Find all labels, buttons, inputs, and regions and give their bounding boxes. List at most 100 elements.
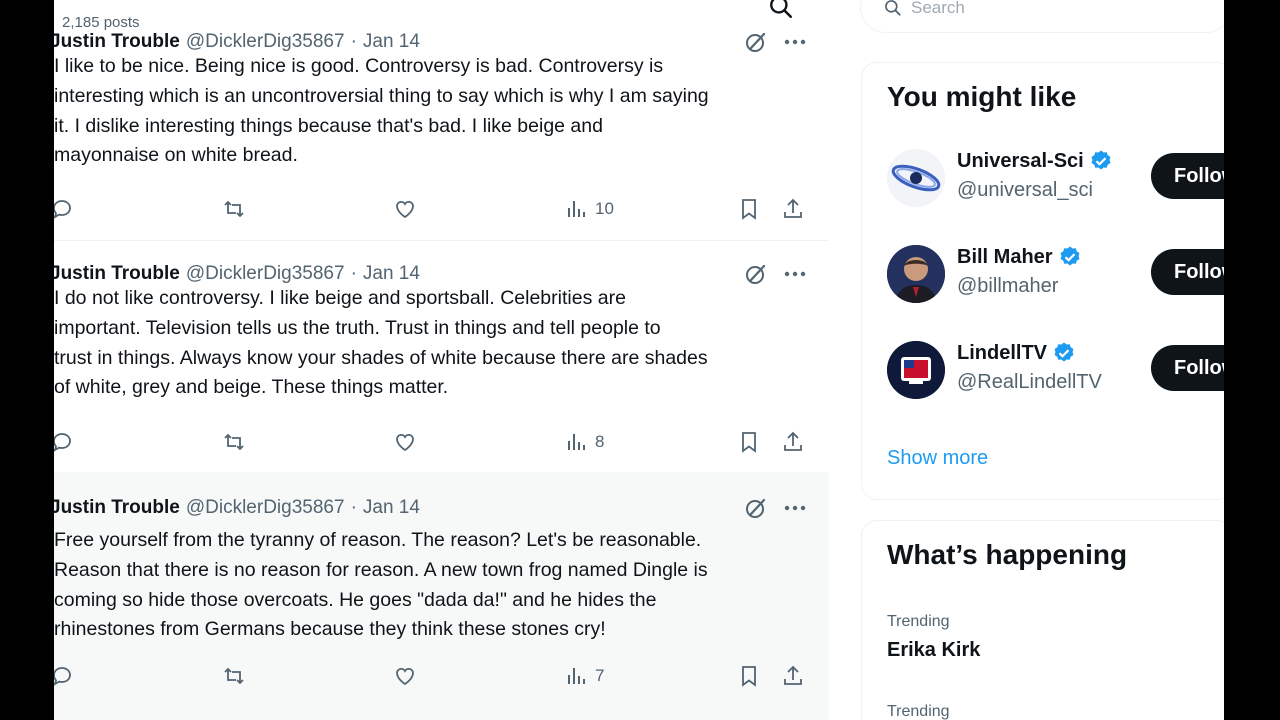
right-black-bar [1224, 0, 1280, 720]
separator: · [350, 497, 357, 518]
share-icon [784, 665, 802, 685]
more-icon[interactable] [782, 32, 808, 52]
suggested-account[interactable]: Bill Maher @billmaher Follow [887, 245, 1224, 307]
avatar[interactable] [887, 149, 945, 207]
search-field[interactable]: Search [861, 0, 1224, 32]
follow-button[interactable]: Follow [1151, 345, 1224, 391]
author-name[interactable]: Justin Trouble [54, 497, 180, 519]
grok-icon[interactable] [744, 30, 768, 54]
tweet-actions: 8 [54, 428, 829, 456]
account-name: LindellTV [957, 341, 1076, 365]
reply-button[interactable] [54, 428, 74, 456]
author-name[interactable]: Justin Trouble [54, 263, 180, 285]
share-icon [784, 431, 802, 451]
repost-button[interactable] [222, 428, 246, 456]
views-count: 7 [595, 666, 605, 685]
reply-button[interactable] [54, 662, 74, 690]
account-handle: @billmaher [957, 275, 1059, 297]
heart-icon [396, 433, 414, 452]
tweet-header: Justin Trouble @DicklerDig35867 · Jan 14 [54, 262, 420, 286]
like-button[interactable] [393, 195, 417, 223]
bookmark-button[interactable] [737, 195, 761, 223]
verified-badge-icon [1060, 246, 1080, 266]
suggested-account[interactable]: Universal-Sci @universal_sci Follow [887, 149, 1224, 211]
tweet[interactable]: Justin Trouble @DicklerDig35867 · Jan 14… [54, 262, 829, 473]
repost-button[interactable] [222, 195, 246, 223]
tweet[interactable]: Justin Trouble @DicklerDig35867 · Jan 14… [54, 472, 829, 720]
share-button[interactable] [781, 428, 805, 456]
follow-button[interactable]: Follow [1151, 153, 1224, 199]
verified-badge-icon [1091, 150, 1111, 170]
tweet-date[interactable]: Jan 14 [363, 497, 420, 519]
tweet-date[interactable]: Jan 14 [363, 263, 420, 285]
universal-sci-logo [891, 164, 941, 192]
account-name: Universal-Sci [957, 149, 1113, 173]
bookmark-icon [742, 666, 756, 687]
like-button[interactable] [393, 662, 417, 690]
views-icon [568, 434, 585, 450]
search-icon [885, 0, 901, 16]
repost-icon [224, 433, 244, 451]
tweet-header: Justin Trouble @DicklerDig35867 · Jan 14 [54, 496, 420, 520]
heart-icon [396, 667, 414, 686]
author-name[interactable]: Justin Trouble [54, 31, 180, 53]
reply-icon [54, 200, 71, 219]
tweet-date[interactable]: Jan 14 [363, 31, 420, 53]
trend-label: Trending [887, 613, 950, 630]
app-page: 2,185 posts Justin Trouble @DicklerDig35… [54, 0, 1224, 720]
reply-button[interactable] [54, 195, 74, 223]
trend-label: Trending [887, 703, 950, 720]
verified-badge-icon [1054, 342, 1074, 362]
author-handle[interactable]: @DicklerDig35867 [186, 497, 345, 519]
author-handle[interactable]: @DicklerDig35867 [186, 31, 345, 53]
trend-name: Erika Kirk [887, 639, 981, 661]
author-handle[interactable]: @DicklerDig35867 [186, 263, 345, 285]
share-button[interactable] [781, 195, 805, 223]
suggested-account[interactable]: LindellTV @RealLindellTV Follow [887, 341, 1224, 403]
bookmark-button[interactable] [737, 662, 761, 690]
avatar[interactable] [887, 245, 945, 303]
views-button[interactable]: 8 [565, 428, 604, 456]
search-icon[interactable] [768, 0, 794, 20]
tweet-header: Justin Trouble @DicklerDig35867 · Jan 14 [54, 30, 420, 54]
reply-icon [54, 667, 71, 686]
account-name: Bill Maher [957, 245, 1082, 269]
bookmark-icon [742, 199, 756, 220]
account-handle: @universal_sci [957, 179, 1093, 201]
share-icon [784, 198, 802, 218]
views-count: 10 [595, 199, 614, 218]
who-to-follow-card: You might like Universal-Sci @universal_… [861, 62, 1224, 500]
bill-maher-photo [887, 245, 945, 303]
views-button[interactable]: 7 [565, 662, 604, 690]
whats-happening-title: What’s happening [887, 539, 1128, 570]
who-to-follow-title: You might like [887, 81, 1077, 112]
lindelltv-logo [887, 341, 945, 399]
tweet-text: Free yourself from the tyranny of reason… [54, 529, 708, 641]
bookmark-button[interactable] [737, 428, 761, 456]
grok-icon[interactable] [744, 262, 768, 286]
grok-icon[interactable] [744, 496, 768, 520]
left-black-bar [0, 0, 54, 720]
views-count: 8 [595, 432, 605, 451]
separator: · [350, 31, 357, 52]
views-icon [568, 668, 585, 684]
like-button[interactable] [393, 428, 417, 456]
share-button[interactable] [781, 662, 805, 690]
more-icon[interactable] [782, 498, 808, 518]
reply-icon [54, 433, 71, 452]
posts-count: 2,185 posts [62, 14, 140, 31]
views-button[interactable]: 10 [565, 195, 614, 223]
avatar[interactable] [887, 341, 945, 399]
repost-button[interactable] [222, 662, 246, 690]
show-more-link[interactable]: Show more [887, 447, 988, 470]
timeline: 2,185 posts Justin Trouble @DicklerDig35… [54, 0, 829, 720]
heart-icon [396, 200, 414, 219]
follow-button[interactable]: Follow [1151, 249, 1224, 295]
tweet-text: I like to be nice. Being nice is good. C… [54, 55, 709, 167]
views-icon [568, 201, 585, 217]
bookmark-icon [742, 432, 756, 453]
tweet-actions: 10 [54, 195, 829, 223]
tweet[interactable]: Justin Trouble @DicklerDig35867 · Jan 14… [54, 30, 829, 241]
more-icon[interactable] [782, 264, 808, 284]
search-placeholder: Search [911, 0, 965, 17]
